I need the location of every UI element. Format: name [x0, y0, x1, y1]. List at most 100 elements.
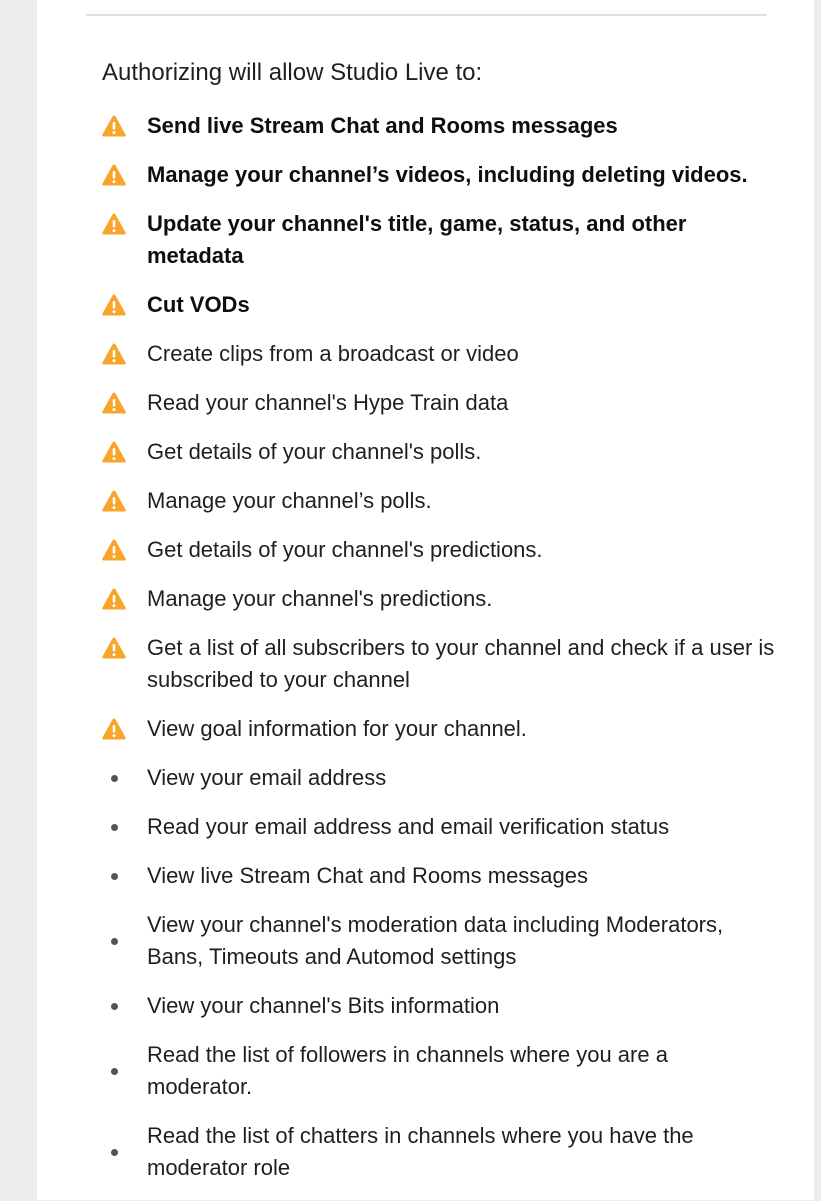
warning-triangle-icon [102, 441, 126, 463]
warning-icon [97, 159, 147, 191]
authorization-heading: Authorizing will allow Studio Live to: [102, 59, 483, 86]
warning-icon [97, 436, 147, 468]
bullet-icon [97, 762, 147, 794]
warning-triangle-icon [102, 588, 126, 610]
permission-text: Read the list of chatters in channels wh… [147, 1123, 694, 1180]
warning-exclamation-dot [112, 457, 116, 461]
warning-exclamation-bar [112, 725, 116, 733]
warning-icon [97, 387, 147, 419]
permission-text: Get a list of all subscribers to your ch… [147, 635, 775, 692]
permission-item: Get a list of all subscribers to your ch… [97, 632, 777, 696]
permission-item: View goal information for your channel. [97, 713, 777, 745]
permission-text: View live Stream Chat and Rooms messages [147, 863, 589, 888]
warning-triangle-icon [102, 392, 126, 414]
warning-triangle-icon [102, 294, 126, 316]
permission-text: Get details of your channel's prediction… [147, 537, 543, 562]
permission-item: Read the list of followers in channels w… [97, 1039, 777, 1103]
permission-item: Read your channel's Hype Train data [97, 387, 777, 419]
warning-exclamation-bar [112, 350, 116, 358]
warning-exclamation-dot [112, 653, 116, 657]
permission-text: View your channel's Bits information [147, 993, 500, 1018]
permission-text: Read the list of followers in channels w… [147, 1042, 668, 1099]
warning-icon [97, 485, 147, 517]
permission-item: Cut VODs [97, 289, 777, 321]
permission-text: Get details of your channel's polls. [147, 439, 482, 464]
permission-item: View live Stream Chat and Rooms messages [97, 860, 777, 892]
bullet-dot [111, 774, 118, 782]
permission-item: Manage your channel’s videos, including … [97, 159, 777, 191]
bullet-dot [111, 872, 118, 880]
warning-exclamation-dot [112, 131, 116, 135]
warning-icon [97, 713, 147, 745]
warning-exclamation-dot [112, 359, 116, 363]
bullet-dot [111, 823, 118, 831]
warning-exclamation-dot [112, 310, 116, 314]
warning-exclamation-bar [112, 595, 116, 603]
permission-item: Create clips from a broadcast or video [97, 338, 777, 370]
warning-exclamation-bar [112, 546, 116, 554]
divider [86, 14, 767, 16]
permission-item: Manage your channel's predictions. [97, 583, 777, 615]
warning-exclamation-bar [112, 644, 116, 652]
permission-item: Get details of your channel's polls. [97, 436, 777, 468]
warning-exclamation-bar [112, 448, 116, 456]
warning-exclamation-dot [112, 734, 116, 738]
warning-triangle-icon [102, 718, 126, 740]
warning-triangle-icon [102, 490, 126, 512]
warning-triangle-icon [102, 115, 126, 137]
warning-exclamation-dot [112, 555, 116, 559]
permission-item: Update your channel's title, game, statu… [97, 208, 777, 272]
permission-item: Read your email address and email verifi… [97, 811, 777, 843]
bullet-dot [111, 937, 118, 945]
warning-icon [97, 338, 147, 370]
permission-text: View your channel's moderation data incl… [147, 912, 724, 969]
bullet-icon [97, 909, 147, 973]
permission-text: Cut VODs [147, 292, 250, 317]
permission-text: Create clips from a broadcast or video [147, 341, 519, 366]
warning-exclamation-bar [112, 497, 116, 505]
bullet-dot [111, 1148, 118, 1156]
warning-icon [97, 534, 147, 566]
permission-text: View your email address [147, 765, 387, 790]
permission-text: Update your channel's title, game, statu… [147, 211, 687, 268]
warning-exclamation-bar [112, 122, 116, 130]
warning-triangle-icon [102, 539, 126, 561]
warning-exclamation-dot [112, 180, 116, 184]
bullet-icon [97, 860, 147, 892]
warning-icon [97, 632, 147, 664]
warning-icon [97, 110, 147, 142]
permission-item: View your channel's Bits information [97, 990, 777, 1022]
permission-item: Get details of your channel's prediction… [97, 534, 777, 566]
permission-item: Manage your channel’s polls. [97, 485, 777, 517]
bullet-icon [97, 811, 147, 843]
permission-text: View goal information for your channel. [147, 716, 527, 741]
warning-exclamation-dot [112, 604, 116, 608]
warning-exclamation-bar [112, 220, 116, 228]
permission-text: Manage your channel’s videos, including … [147, 162, 748, 187]
warning-triangle-icon [102, 213, 126, 235]
warning-exclamation-bar [112, 171, 116, 179]
permission-item: View your email address [97, 762, 777, 794]
bullet-dot [111, 1067, 118, 1075]
warning-triangle-icon [102, 343, 126, 365]
permission-text: Read your email address and email verifi… [147, 814, 670, 839]
permission-text: Read your channel's Hype Train data [147, 390, 509, 415]
warning-icon [97, 208, 147, 240]
warning-exclamation-dot [112, 408, 116, 412]
permission-item: Send live Stream Chat and Rooms messages [97, 110, 777, 142]
bullet-icon [97, 1039, 147, 1103]
permission-item: View your channel's moderation data incl… [97, 909, 777, 973]
warning-icon [97, 583, 147, 615]
permission-list: Send live Stream Chat and Rooms messages… [97, 110, 777, 1201]
warning-exclamation-bar [112, 301, 116, 309]
permission-text: Manage your channel’s polls. [147, 488, 432, 513]
permission-item: Read the list of chatters in channels wh… [97, 1120, 777, 1184]
permission-text: Send live Stream Chat and Rooms messages [147, 113, 618, 138]
bullet-icon [97, 1120, 147, 1184]
warning-icon [97, 289, 147, 321]
warning-exclamation-dot [112, 506, 116, 510]
bullet-icon [97, 990, 147, 1022]
permission-text: Manage your channel's predictions. [147, 586, 493, 611]
authorization-card: Authorizing will allow Studio Live to: S… [37, 0, 814, 1200]
warning-exclamation-dot [112, 229, 116, 233]
